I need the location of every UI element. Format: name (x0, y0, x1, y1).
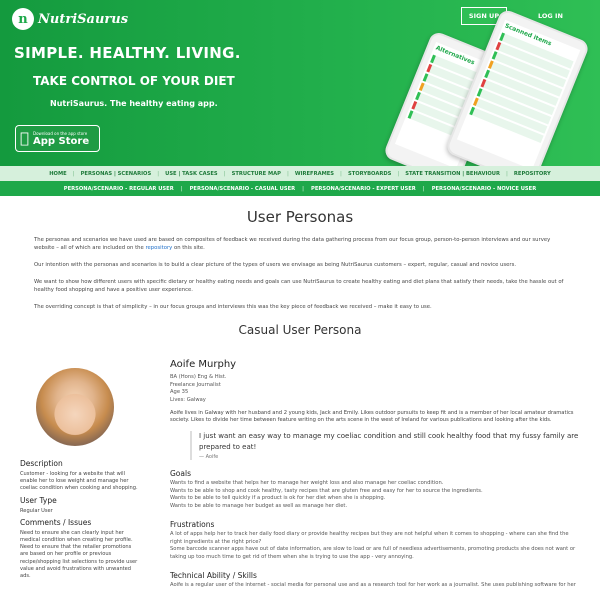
goal-item: Wants to be able to shop and cook health… (170, 487, 483, 494)
brand-logo[interactable]: n NutriSaurus (12, 8, 128, 30)
frustrations-heading: Frustrations (170, 519, 215, 529)
persona-bio: Aoife lives in Galway with her husband a… (170, 409, 574, 424)
repository-link[interactable]: repository (145, 245, 172, 251)
nav-repository[interactable]: REPOSITORY (508, 171, 557, 177)
comments-heading: Comments / Issues (20, 517, 92, 527)
quote-author: — Aoife (199, 454, 219, 460)
goal-item: Wants to be able to tell quickly if a pr… (170, 495, 386, 502)
nav-casual-user[interactable]: PERSONA/SCENARIO - CASUAL USER (183, 186, 303, 192)
appstore-small-label: Download on the app store (24, 130, 87, 136)
nav-home[interactable]: HOME (43, 171, 72, 177)
nav-structure-map[interactable]: STRUCTURE MAP (226, 171, 287, 177)
nav-novice-user[interactable]: PERSONA/SCENARIO - NOVICE USER (425, 186, 543, 192)
persona-meta-job: Freelance Journalist (170, 381, 221, 388)
frustrations-text-2: Some barcode scanner apps have out of da… (170, 546, 576, 560)
hero-banner: n NutriSaurus SIGN UP LOG IN SIMPLE. HEA… (0, 0, 600, 166)
intro-paragraph-2: Our intention with the personas and scen… (34, 262, 517, 268)
goal-item: Wants to find a website that helps her t… (170, 480, 444, 486)
persona-meta-age: Age 35 (170, 389, 189, 396)
app-store-button[interactable]:  Download on the app store App Store (15, 125, 100, 152)
hero-tagline: NutriSaurus. The healthy eating app. (50, 99, 218, 108)
nav-state-transition[interactable]: STATE TRANSITION | BEHAVIOUR (399, 171, 506, 177)
tech-text: Aoife is a regular user of the internet … (170, 581, 576, 588)
goal-item: Wants to be able to manage her budget as… (170, 503, 348, 510)
persona-card: Description Customer - looking for a web… (0, 337, 600, 612)
user-type-text: Regular User (20, 507, 53, 514)
persona-details: Aoife Murphy BA (Hons) Eng & Hist. Freel… (170, 359, 582, 589)
nav-use-cases[interactable]: USE | TASK CASES (159, 171, 224, 177)
persona-avatar (36, 368, 114, 446)
appstore-big-label: App Store (24, 135, 89, 147)
apple-icon:  (20, 131, 29, 146)
logo-icon: n (12, 8, 34, 30)
persona-section-title: Casual User Persona (238, 323, 362, 337)
hero-subheadline: TAKE CONTROL OF YOUR DIET (33, 74, 235, 88)
login-link[interactable]: LOG IN (538, 12, 563, 20)
hero-headline: SIMPLE. HEALTHY. LIVING. (14, 44, 241, 62)
frustrations-text-1: A lot of apps help her to track her dail… (170, 530, 569, 545)
intro-paragraph-1: The personas and scenarios we have used … (34, 237, 551, 251)
nav-regular-user[interactable]: PERSONA/SCENARIO - REGULAR USER (57, 186, 181, 192)
persona-quote: I just want an easy way to manage my coe… (190, 431, 582, 460)
page-title: User Personas (246, 208, 354, 226)
user-type-heading: User Type (20, 495, 57, 505)
nav-wireframes[interactable]: WIREFRAMES (289, 171, 340, 177)
brand-name: NutriSaurus (38, 11, 129, 27)
persona-sidebar: Description Customer - looking for a web… (20, 456, 138, 582)
persona-meta-degree: BA (Hons) Eng & Hist. (170, 374, 227, 380)
description-text: Customer - looking for a website that wi… (20, 471, 138, 492)
goals-heading: Goals (170, 469, 191, 478)
tech-heading: Technical Ability / Skills (170, 570, 257, 580)
nav-storyboards[interactable]: STORYBOARDS (342, 171, 397, 177)
nav-expert-user[interactable]: PERSONA/SCENARIO - EXPERT USER (304, 186, 423, 192)
primary-nav: HOME | PERSONAS | SCENARIOS | USE | TASK C… (0, 166, 600, 181)
comments-text: Need to ensure she can clearly input her… (20, 529, 138, 580)
persona-name: Aoife Murphy (170, 359, 237, 370)
quote-text: I just want an easy way to manage my coe… (199, 432, 579, 451)
intro-paragraph-3: We want to show how different users with… (34, 279, 564, 293)
nav-personas[interactable]: PERSONAS | SCENARIOS (75, 171, 158, 177)
secondary-nav: PERSONA/SCENARIO - REGULAR USER | PERSONA… (0, 181, 600, 196)
description-heading: Description (20, 459, 63, 468)
persona-meta-location: Lives: Galway (170, 397, 206, 404)
intro-paragraph-4: The overriding concept is that of simpli… (34, 304, 432, 310)
